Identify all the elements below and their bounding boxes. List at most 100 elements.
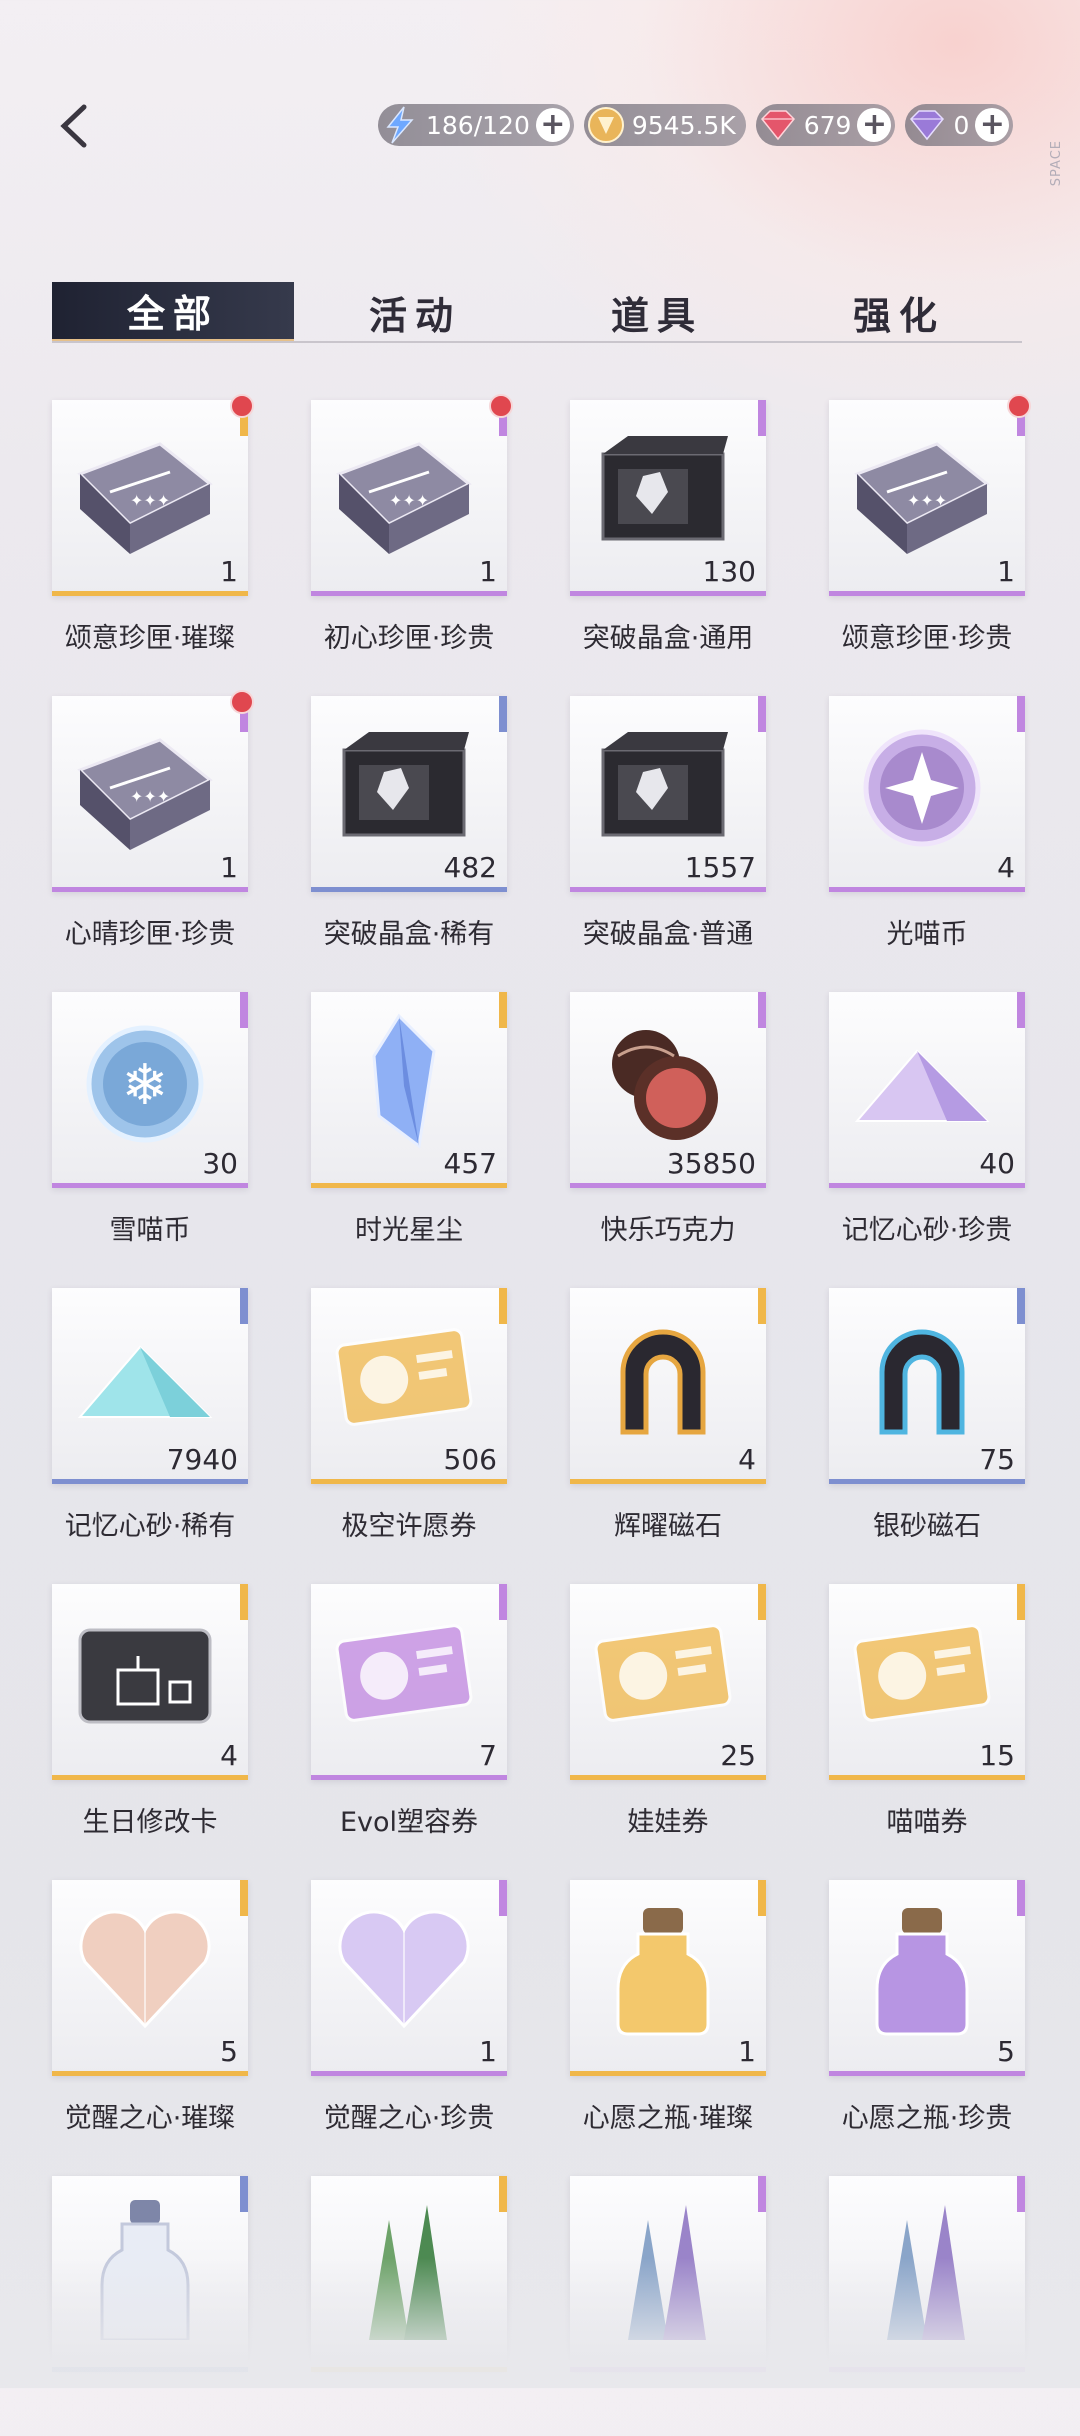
item-quantity: 7 xyxy=(479,1739,497,1772)
add-stamina-button[interactable]: + xyxy=(535,108,570,142)
inventory-item[interactable]: ✦✦✦ 1 初心珍匣·珍贵 xyxy=(311,394,513,660)
rarity-tag xyxy=(240,1880,248,1916)
item-card: 5 xyxy=(52,1880,248,2076)
item-card: 1 xyxy=(570,1880,766,2076)
inventory-item[interactable]: ❄ 30 雪喵币 xyxy=(52,992,248,1252)
item-name: 记忆心砂·稀有 xyxy=(64,1511,236,1542)
inventory-item[interactable]: 482 突破晶盒·稀有 xyxy=(311,696,507,956)
item-quantity: 130 xyxy=(702,555,756,588)
inventory-item[interactable]: 35850 快乐巧克力 xyxy=(570,992,766,1252)
inventory-item[interactable]: 4 辉曜磁石 xyxy=(570,1288,766,1548)
purple-diamond-icon xyxy=(907,105,947,145)
item-card: 130 xyxy=(570,400,766,596)
rarity-bar xyxy=(52,887,248,892)
rarity-bar xyxy=(311,1479,507,1484)
rarity-bar xyxy=(570,2367,766,2372)
item-quantity: 1 xyxy=(479,2035,497,2068)
notification-dot xyxy=(230,394,254,418)
inventory-item[interactable] xyxy=(52,2176,248,2436)
back-button[interactable] xyxy=(44,96,104,156)
inventory-item[interactable]: 75 银砂磁石 xyxy=(829,1288,1025,1548)
inventory-item[interactable]: ✦✦✦ 1 心晴珍匣·珍贵 xyxy=(52,690,254,956)
inventory-item[interactable]: 25 娃娃券 xyxy=(570,1584,766,1844)
item-name: 时光星尘 xyxy=(355,1215,463,1246)
item-quantity: 4 xyxy=(738,1443,756,1476)
item-card: ✦✦✦ 1 xyxy=(52,400,248,596)
inventory-item[interactable] xyxy=(829,2176,1025,2436)
inventory-item[interactable]: 1 心愿之瓶·璀璨 xyxy=(570,1880,766,2140)
item-card: ✦✦✦ 1 xyxy=(311,400,507,596)
sand-pile-icon xyxy=(847,1006,997,1156)
tab-divider xyxy=(52,341,1022,343)
rarity-tag xyxy=(499,696,507,732)
item-name: 突破晶盒·普通 xyxy=(582,919,754,950)
crystal-shard-icon xyxy=(329,2190,479,2340)
tab-event[interactable]: 活动 xyxy=(294,282,536,342)
inventory-item[interactable] xyxy=(311,2176,507,2436)
item-quantity: 1 xyxy=(220,555,238,588)
inventory-item[interactable]: 4 光喵币 xyxy=(829,696,1025,956)
rarity-tag xyxy=(499,1880,507,1916)
inventory-item[interactable]: 15 喵喵券 xyxy=(829,1584,1025,1844)
inventory-item[interactable]: 7940 记忆心砂·稀有 xyxy=(52,1288,248,1548)
ticket-icon xyxy=(329,1598,479,1748)
crystal-shard-icon xyxy=(847,2190,997,2340)
inventory-item[interactable] xyxy=(570,2176,766,2436)
tab-enhance[interactable]: 强化 xyxy=(778,282,1020,342)
inventory-item[interactable]: 4 生日修改卡 xyxy=(52,1584,248,1844)
rarity-bar xyxy=(311,1183,507,1188)
inventory-item[interactable]: 130 突破晶盒·通用 xyxy=(570,400,766,660)
inventory-item[interactable]: 7 Evol塑容券 xyxy=(311,1584,507,1844)
inventory-item[interactable]: 457 时光星尘 xyxy=(311,992,507,1252)
item-card: 4 xyxy=(829,696,1025,892)
item-quantity: 75 xyxy=(979,1443,1015,1476)
item-quantity: 1557 xyxy=(684,851,756,884)
tab-all[interactable]: 全部 xyxy=(52,282,294,342)
rarity-tag xyxy=(1017,1584,1025,1620)
item-card: 15 xyxy=(829,1584,1025,1780)
rarity-tag xyxy=(758,992,766,1028)
rarity-bar xyxy=(311,887,507,892)
wish-bottle-icon xyxy=(847,1894,997,2044)
currency-red-diamond: 679 + xyxy=(755,104,896,146)
item-name: 喵喵券 xyxy=(886,1807,968,1838)
inventory-item[interactable]: 506 极空许愿券 xyxy=(311,1288,507,1548)
rarity-tag xyxy=(1017,1288,1025,1324)
rarity-bar xyxy=(570,1775,766,1780)
inventory-item[interactable]: ✦✦✦ 1 颂意珍匣·璀璨 xyxy=(52,394,254,660)
inventory-item[interactable]: 40 记忆心砂·珍贵 xyxy=(829,992,1025,1252)
rarity-bar xyxy=(311,2071,507,2076)
currency-gold: 9545.5K xyxy=(583,104,746,146)
inventory-item[interactable]: 1557 突破晶盒·普通 xyxy=(570,696,766,956)
rarity-bar xyxy=(311,1775,507,1780)
inventory-item[interactable]: 5 心愿之瓶·珍贵 xyxy=(829,1880,1025,2140)
item-card: ❄ 30 xyxy=(52,992,248,1188)
inventory-item[interactable]: ✦✦✦ 1 颂意珍匣·珍贵 xyxy=(829,394,1031,660)
item-card xyxy=(52,2176,248,2372)
gold-coin-icon xyxy=(586,105,626,145)
rarity-bar xyxy=(829,1183,1025,1188)
item-name: 银砂磁石 xyxy=(873,1511,981,1542)
rarity-bar xyxy=(52,591,248,596)
add-red-diamond-button[interactable]: + xyxy=(857,108,892,142)
tab-items[interactable]: 道具 xyxy=(536,282,778,342)
item-card: ✦✦✦ 1 xyxy=(829,400,1025,596)
notification-dot xyxy=(230,690,254,714)
item-name: 心愿之瓶·璀璨 xyxy=(582,2103,754,2134)
rarity-bar xyxy=(52,2367,248,2372)
rarity-tag xyxy=(758,696,766,732)
item-quantity: 4 xyxy=(220,1739,238,1772)
svg-text:✦✦✦: ✦✦✦ xyxy=(389,491,429,510)
inventory-item[interactable]: 1 觉醒之心·珍贵 xyxy=(311,1880,507,2140)
rarity-tag xyxy=(1017,2176,1025,2212)
crystal-box-icon xyxy=(588,414,738,564)
inventory-item[interactable]: 5 觉醒之心·璀璨 xyxy=(52,1880,248,2140)
notification-dot xyxy=(489,394,513,418)
add-purple-diamond-button[interactable]: + xyxy=(975,108,1010,142)
rarity-tag xyxy=(499,1584,507,1620)
rarity-tag xyxy=(499,2176,507,2212)
rarity-bar xyxy=(570,887,766,892)
rarity-tag xyxy=(240,1584,248,1620)
item-quantity: 457 xyxy=(443,1147,497,1180)
stamina-icon xyxy=(380,105,420,145)
